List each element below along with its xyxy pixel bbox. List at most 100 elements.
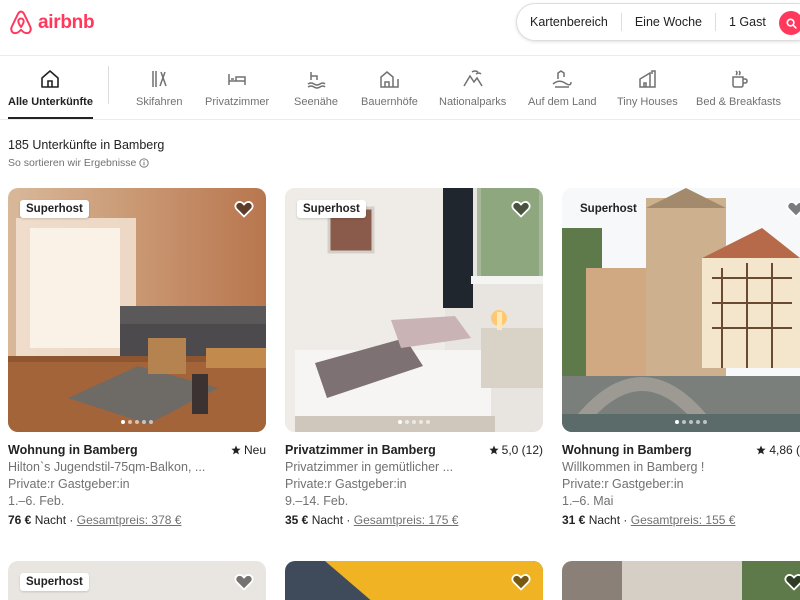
- price-per-night: 76 €: [8, 513, 32, 527]
- search-guests[interactable]: 1 Gast: [715, 13, 779, 31]
- bedroom-photo: [285, 188, 543, 432]
- category-label: Skifahren: [136, 96, 183, 108]
- listing-photo[interactable]: Superhost: [562, 188, 800, 432]
- lake-icon: [307, 72, 326, 89]
- listing-photo[interactable]: Superhost: [8, 188, 266, 432]
- bed-icon: [228, 74, 246, 85]
- listing-price: 35 € Nacht · Gesamtpreis: 175 €: [285, 513, 459, 527]
- listing-card-partial[interactable]: Superhost: [8, 561, 266, 600]
- category-label: Auf dem Land: [528, 96, 597, 108]
- photo-pagination-dots: [675, 420, 707, 424]
- mountain-icon: [462, 70, 483, 87]
- price-per-night: 35 €: [285, 513, 309, 527]
- star-icon: [231, 445, 241, 455]
- listing-description: Privatzimmer in gemütlicher ...: [285, 460, 454, 474]
- listing-description: Hilton`s Jugendstil-75qm-Balkon, ...: [8, 460, 206, 474]
- category-bed-breakfast[interactable]: Bed & Breakfasts: [696, 68, 781, 108]
- listing-rating: 4,86 (: [756, 443, 800, 457]
- category-ski[interactable]: Skifahren: [136, 68, 182, 108]
- price-unit: Nacht: [34, 513, 67, 527]
- category-bar: Alle Unterkünfte Skifahren Privatzimmer …: [0, 56, 800, 120]
- listing-dates: 9.–14. Feb.: [285, 494, 349, 508]
- category-label: Tiny Houses: [617, 96, 678, 108]
- star-icon: [489, 445, 499, 455]
- listing-title: Wohnung in Bamberg: [562, 443, 692, 457]
- total-price-link[interactable]: Gesamtpreis: 175 €: [354, 513, 459, 527]
- rating-value: 5,0 (12): [501, 443, 543, 457]
- info-icon: [139, 158, 150, 168]
- listing-price: 76 € Nacht · Gesamtpreis: 378 €: [8, 513, 182, 527]
- living-room-photo: [8, 188, 266, 432]
- listing-card[interactable]: Superhost Wohnung in Bamberg Neu Hilton`…: [8, 188, 266, 527]
- search-button[interactable]: [779, 11, 800, 35]
- category-private-room[interactable]: Privatzimmer: [205, 68, 269, 108]
- total-price-link[interactable]: Gesamtpreis: 378 €: [77, 513, 182, 527]
- heart-icon[interactable]: [784, 573, 800, 591]
- countryside-icon: [552, 70, 572, 88]
- heart-icon[interactable]: [234, 200, 254, 218]
- search-bar[interactable]: Kartenbereich Eine Woche 1 Gast: [516, 3, 800, 41]
- results-count: 185 Unterkünfte in Bamberg: [8, 138, 165, 152]
- category-label: Alle Unterkünfte: [8, 96, 93, 108]
- category-label: Bed & Breakfasts: [696, 96, 781, 108]
- sort-info-text: So sortieren wir Ergebnisse: [8, 157, 137, 169]
- listing-title: Wohnung in Bamberg: [8, 443, 138, 457]
- photo-pagination-dots: [398, 420, 430, 424]
- search-icon: [785, 17, 797, 29]
- listing-rating: Neu: [231, 443, 266, 457]
- heart-icon[interactable]: [511, 200, 531, 218]
- category-national-parks[interactable]: Nationalparks: [439, 68, 506, 108]
- listing-dates: 1.–6. Feb.: [8, 494, 65, 508]
- listing-price: 31 € Nacht · Gesamtpreis: 155 €: [562, 513, 736, 527]
- superhost-badge: Superhost: [20, 573, 89, 591]
- listing-description: Willkommen in Bamberg !: [562, 460, 705, 474]
- listing-host: Private:r Gastgeber:in: [285, 477, 407, 491]
- brand-name: airbnb: [38, 12, 95, 33]
- house-icon: [41, 70, 60, 88]
- airbnb-logo-icon: [10, 10, 32, 35]
- top-header: airbnb Kartenbereich Eine Woche 1 Gast: [0, 0, 800, 56]
- category-divider: [108, 66, 109, 104]
- search-location[interactable]: Kartenbereich: [517, 13, 621, 31]
- ski-icon: [152, 71, 167, 87]
- listing-card[interactable]: Superhost Wohnung in Bamberg 4,86 ( Will…: [562, 188, 800, 527]
- heart-icon[interactable]: [786, 200, 800, 218]
- superhost-badge: Superhost: [297, 200, 366, 218]
- superhost-badge: Superhost: [580, 203, 637, 215]
- category-farms[interactable]: Bauernhöfe: [361, 68, 418, 108]
- search-dates[interactable]: Eine Woche: [620, 13, 715, 31]
- listing-photo-partial: [325, 561, 543, 600]
- rating-value: Neu: [243, 443, 266, 457]
- listing-host: Private:r Gastgeber:in: [562, 477, 684, 491]
- price-unit: Nacht: [311, 513, 344, 527]
- heart-icon[interactable]: [511, 573, 531, 591]
- category-lake[interactable]: Seenähe: [294, 68, 338, 108]
- category-tiny-houses[interactable]: Tiny Houses: [617, 68, 678, 108]
- photo-pagination-dots: [121, 420, 153, 424]
- bamberg-town-hall-photo: [562, 188, 800, 432]
- tiny-house-icon: [639, 70, 657, 88]
- listing-photo-partial: [562, 561, 800, 600]
- heart-icon[interactable]: [234, 573, 254, 591]
- sort-info-link[interactable]: So sortieren wir Ergebnisse: [8, 157, 150, 169]
- category-countryside[interactable]: Auf dem Land: [528, 68, 597, 108]
- total-price-link[interactable]: Gesamtpreis: 155 €: [631, 513, 736, 527]
- listing-card[interactable]: Superhost Privatzimmer in Bamberg 5,0 (1…: [285, 188, 543, 527]
- airbnb-logo[interactable]: airbnb: [8, 9, 95, 37]
- category-label: Nationalparks: [439, 96, 507, 108]
- superhost-badge: Superhost: [20, 200, 89, 218]
- rating-value: 4,86 (: [769, 443, 800, 457]
- listing-host: Private:r Gastgeber:in: [8, 477, 130, 491]
- listing-card-partial[interactable]: [562, 561, 800, 600]
- listing-dates: 1.–6. Mai: [562, 494, 614, 508]
- listing-photo[interactable]: Superhost: [285, 188, 543, 432]
- coffee-icon: [731, 70, 748, 88]
- category-label: Seenähe: [294, 96, 339, 108]
- listing-card-partial[interactable]: [285, 561, 543, 600]
- category-label: Privatzimmer: [205, 96, 270, 108]
- category-all[interactable]: Alle Unterkünfte: [8, 68, 93, 119]
- listing-title: Privatzimmer in Bamberg: [285, 443, 436, 457]
- price-unit: Nacht: [588, 513, 621, 527]
- category-label: Bauernhöfe: [361, 96, 418, 108]
- star-icon: [756, 445, 766, 455]
